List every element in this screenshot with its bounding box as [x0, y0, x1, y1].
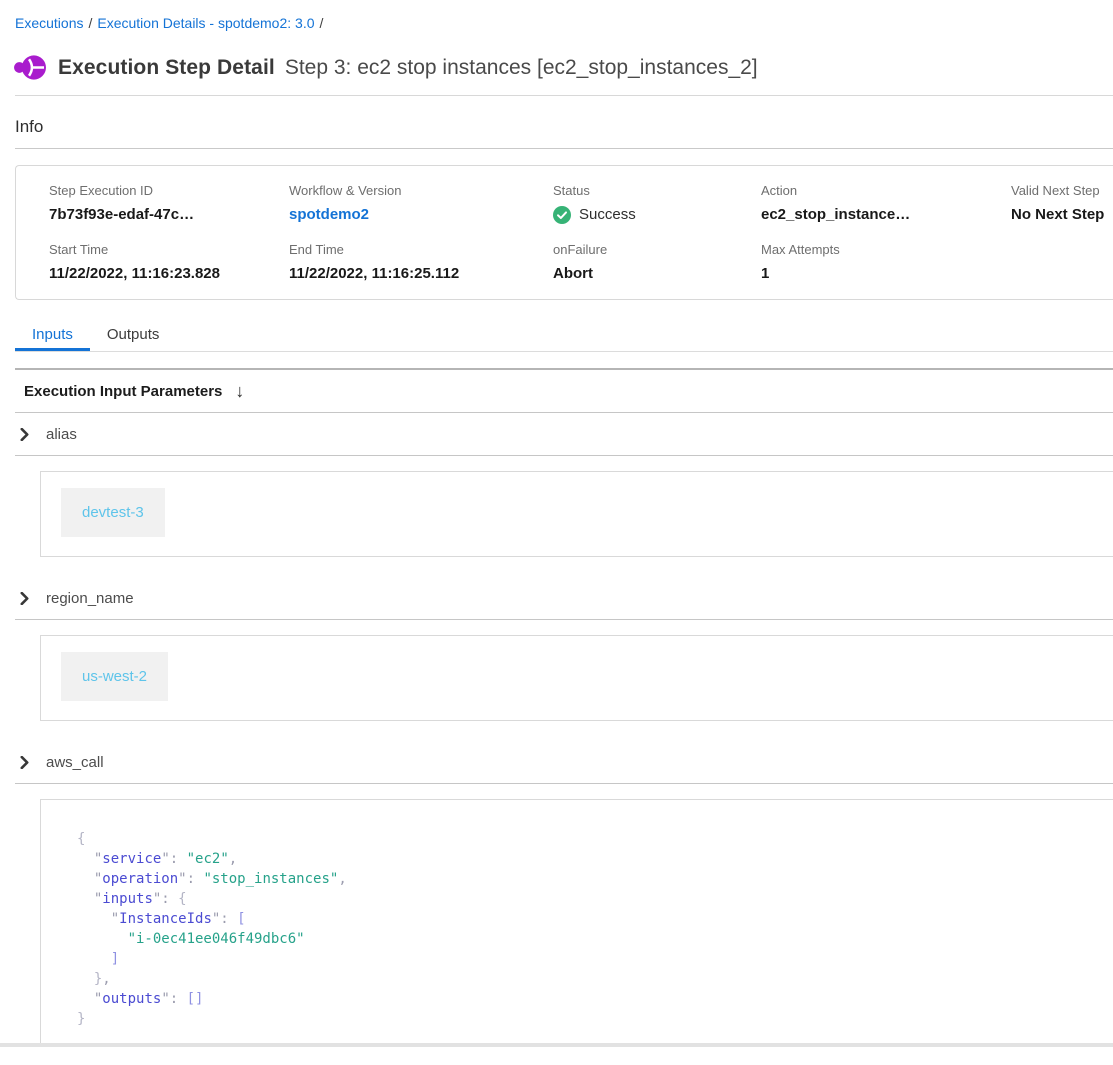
field-value: Abort [553, 264, 761, 283]
execution-input-parameters-table: Execution Input Parameters ↓ alias devte… [15, 368, 1113, 1065]
info-field-action: Action ec2_stop_instance… [761, 183, 1011, 224]
param-row-alias[interactable]: alias [15, 413, 1113, 456]
chevron-right-icon [20, 428, 29, 441]
info-field-status: Status Success [553, 183, 761, 224]
info-field-workflow-version: Workflow & Version spotdemo2 [289, 183, 553, 224]
breadcrumb-separator: / [88, 15, 92, 31]
info-section-heading: Info [15, 117, 1113, 137]
bottom-scrollbar-track[interactable] [0, 1043, 1113, 1047]
tab-inputs[interactable]: Inputs [15, 322, 90, 351]
header-divider [15, 95, 1113, 96]
arrow-down-icon[interactable]: ↓ [235, 382, 244, 400]
breadcrumb-link-execution-details[interactable]: Execution Details - spotdemo2: 3.0 [97, 15, 314, 31]
info-field-empty [1011, 242, 1113, 283]
params-header-row[interactable]: Execution Input Parameters ↓ [15, 370, 1113, 413]
value-panel: devtest-3 [40, 471, 1113, 557]
field-label: Status [553, 183, 761, 198]
param-panel-alias: devtest-3 [15, 456, 1113, 577]
info-field-onfailure: onFailure Abort [553, 242, 761, 283]
chevron-right-icon [20, 756, 29, 769]
param-value-chip: us-west-2 [61, 652, 168, 701]
info-field-max-attempts: Max Attempts 1 [761, 242, 1011, 283]
params-header-label: Execution Input Parameters [24, 383, 222, 400]
field-value: 11/22/2022, 11:16:23.828 [49, 264, 289, 283]
field-label: Action [761, 183, 1011, 198]
param-name: region_name [46, 590, 134, 607]
field-value: ec2_stop_instance… [761, 205, 1011, 224]
field-value: 7b73f93e-edaf-47c… [49, 205, 289, 224]
success-check-icon [553, 206, 571, 224]
tab-outputs[interactable]: Outputs [90, 322, 177, 351]
page-header: Execution Step Detail Step 3: ec2 stop i… [14, 53, 1113, 82]
json-viewer: { "service": "ec2", "operation": "stop_i… [40, 799, 1113, 1045]
page-subtitle: Step 3: ec2 stop instances [ec2_stop_ins… [285, 56, 758, 80]
param-row-aws-call[interactable]: aws_call [15, 741, 1113, 784]
field-label: End Time [289, 242, 553, 257]
field-label: Start Time [49, 242, 289, 257]
field-value: 1 [761, 264, 1011, 283]
breadcrumb-separator: / [320, 15, 324, 31]
info-card: Step Execution ID 7b73f93e-edaf-47c… Wor… [15, 165, 1113, 300]
field-value: 11/22/2022, 11:16:25.112 [289, 264, 553, 283]
status-badge: Success [553, 205, 761, 224]
workflow-link[interactable]: spotdemo2 [289, 205, 553, 224]
info-divider [15, 148, 1113, 149]
status-text: Success [579, 205, 636, 224]
param-name: alias [46, 426, 77, 443]
param-panel-region-name: us-west-2 [15, 620, 1113, 741]
field-label: Valid Next Step [1011, 183, 1113, 198]
info-field-start-time: Start Time 11/22/2022, 11:16:23.828 [49, 242, 289, 283]
param-row-region-name[interactable]: region_name [15, 577, 1113, 620]
field-label: onFailure [553, 242, 761, 257]
page-title: Execution Step Detail [58, 56, 275, 80]
param-name: aws_call [46, 754, 104, 771]
field-value: No Next Step [1011, 205, 1113, 224]
info-field-end-time: End Time 11/22/2022, 11:16:25.112 [289, 242, 553, 283]
field-label: Workflow & Version [289, 183, 553, 198]
brand-logo-icon [14, 53, 47, 82]
info-field-valid-next-step: Valid Next Step No Next Step [1011, 183, 1113, 224]
param-value-chip: devtest-3 [61, 488, 165, 537]
breadcrumb-link-executions[interactable]: Executions [15, 15, 83, 31]
value-panel: us-west-2 [40, 635, 1113, 721]
json-code: { "service": "ec2", "operation": "stop_i… [77, 829, 1113, 1029]
info-field-step-execution-id: Step Execution ID 7b73f93e-edaf-47c… [49, 183, 289, 224]
chevron-right-icon [20, 592, 29, 605]
breadcrumb: Executions / Execution Details - spotdemo2… [0, 0, 1113, 32]
field-label: Max Attempts [761, 242, 1011, 257]
field-label: Step Execution ID [49, 183, 289, 198]
param-panel-aws-call: { "service": "ec2", "operation": "stop_i… [15, 784, 1113, 1065]
tab-bar: Inputs Outputs [15, 322, 1113, 352]
